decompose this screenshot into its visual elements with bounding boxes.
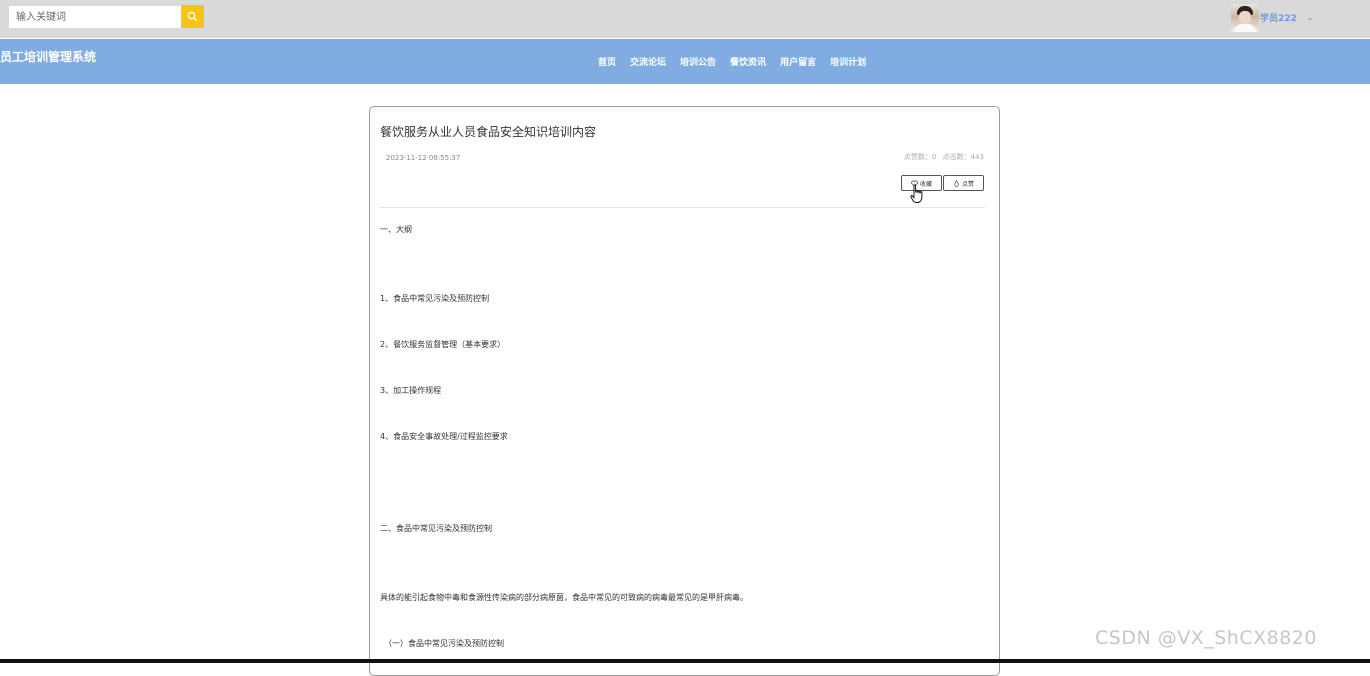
- thumbs-up-icon: [954, 179, 959, 187]
- like-label: 点赞: [961, 180, 974, 188]
- search-icon: [187, 11, 198, 22]
- content-line: 1、食品中常见污染及预防控制: [380, 294, 490, 303]
- top-bar: 学员222 ⌄: [0, 0, 1370, 38]
- bottom-border: [0, 659, 1370, 663]
- article-title: 餐饮服务从业人员食品安全知识培训内容: [380, 125, 597, 139]
- article-stats: 点赞数：0 点击数：443: [900, 152, 984, 162]
- divider: [379, 207, 985, 208]
- content-line: （一）食品中常见污染及预防控制: [384, 639, 504, 648]
- site-title: 员工培训管理系统: [0, 50, 97, 64]
- search-input[interactable]: [9, 6, 181, 28]
- chevron-down-icon[interactable]: ⌄: [1307, 13, 1314, 22]
- content-line: 二、食品中常见污染及预防控制: [380, 524, 492, 533]
- hand-cursor-icon: [910, 184, 923, 203]
- content-line: 2、餐饮服务监督管理（基本要求）: [380, 340, 506, 349]
- article-card: 餐饮服务从业人员食品安全知识培训内容 2023-11-12 08:55:37 点…: [369, 106, 1000, 676]
- likes-count: 点赞数：0: [903, 153, 937, 161]
- article-date: 2023-11-12 08:55:37: [386, 154, 461, 162]
- nav-item-home[interactable]: 首页: [598, 55, 616, 68]
- avatar[interactable]: [1231, 3, 1259, 32]
- nav-item-forum[interactable]: 交流论坛: [630, 55, 666, 68]
- content-line: 一、大纲: [380, 225, 412, 234]
- content-line: 3、加工操作规程: [380, 386, 442, 395]
- main-nav: 首页 交流论坛 培训公告 餐饮资讯 用户留言 培训计划: [598, 55, 880, 68]
- nav-item-announcement[interactable]: 培训公告: [680, 55, 716, 68]
- watermark: CSDN @VX_ShCX8820: [1095, 627, 1317, 649]
- user-menu[interactable]: 学员222 ⌄: [1231, 3, 1314, 32]
- nav-item-news[interactable]: 餐饮资讯: [730, 55, 766, 68]
- content-line: 具体的能引起食物中毒和食源性传染病的部分病原菌，食品中常见的可致病的病毒最常见的…: [380, 593, 748, 602]
- username[interactable]: 学员222: [1260, 11, 1297, 24]
- content-line: 4、食品安全事故处理/过程监控要求: [380, 432, 508, 441]
- clicks-count: 点击数：443: [942, 153, 984, 161]
- like-button[interactable]: 点赞: [943, 175, 984, 191]
- nav-bar: 员工培训管理系统 首页 交流论坛 培训公告 餐饮资讯 用户留言 培训计划: [0, 39, 1370, 84]
- nav-item-plan[interactable]: 培训计划: [830, 55, 866, 68]
- search-button[interactable]: [181, 5, 204, 28]
- nav-item-messages[interactable]: 用户留言: [780, 55, 816, 68]
